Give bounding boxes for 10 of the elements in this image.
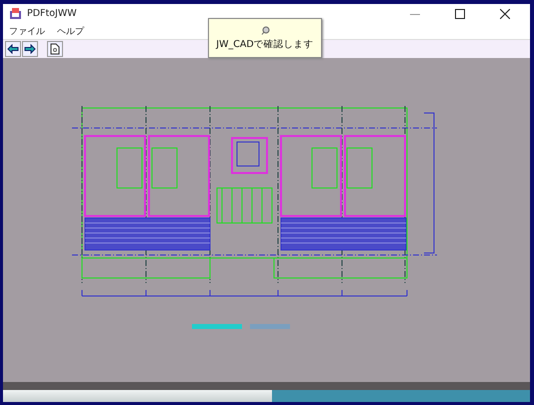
menu-item[interactable]: ファイル — [9, 24, 45, 38]
back-arrow-button[interactable] — [5, 41, 21, 57]
menu-item[interactable]: ヘルプ — [57, 24, 84, 38]
maximize-icon — [455, 8, 465, 18]
forward-arrow-button[interactable] — [22, 41, 38, 57]
tooltip-text: JW_CADで確認します — [216, 38, 314, 50]
window-title: PDFtoJWW — [27, 8, 77, 19]
close-icon — [500, 8, 510, 18]
app-icon — [9, 8, 22, 20]
page-button[interactable] — [47, 41, 63, 57]
